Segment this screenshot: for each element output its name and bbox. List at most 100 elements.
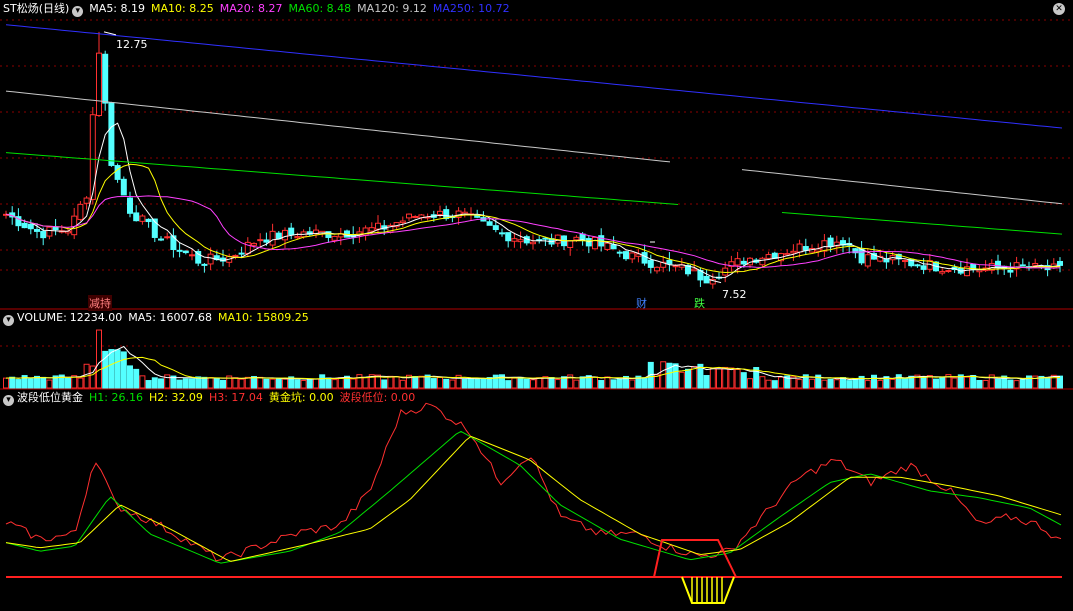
volume-bar xyxy=(306,378,313,389)
candle xyxy=(406,213,412,221)
ma60-line xyxy=(5,152,1063,235)
volume-bar xyxy=(685,368,691,389)
candle xyxy=(759,256,766,268)
candle-body xyxy=(34,228,40,232)
candle xyxy=(120,176,127,196)
volume-bar xyxy=(505,380,512,389)
volume-bar xyxy=(182,378,189,389)
candle-body xyxy=(201,263,208,266)
h1-line xyxy=(5,430,1062,564)
volume-bar xyxy=(430,378,437,389)
volume-bar xyxy=(970,374,977,389)
candle-body xyxy=(827,237,834,248)
volume-bar xyxy=(554,379,561,389)
volume-bar xyxy=(213,378,220,389)
candle xyxy=(964,258,970,277)
volume-bar xyxy=(895,374,902,389)
candle xyxy=(201,263,208,273)
candle-body xyxy=(883,258,890,263)
volume-bar xyxy=(387,375,394,389)
volume-bar xyxy=(133,368,140,389)
candle xyxy=(623,250,629,261)
volume-bar xyxy=(864,380,871,389)
volume-bar xyxy=(275,377,282,389)
volume-bar xyxy=(325,377,332,389)
volume-bar xyxy=(40,376,47,389)
candle-body xyxy=(83,197,90,204)
candle-body xyxy=(120,178,127,196)
event-tag-reduce[interactable]: 减持 xyxy=(88,295,112,311)
candle xyxy=(499,228,505,237)
volume-bar xyxy=(629,379,636,389)
candle xyxy=(728,255,735,272)
volume-bar xyxy=(381,379,388,389)
candle-body xyxy=(139,215,146,222)
candle-body xyxy=(40,230,47,239)
candle xyxy=(852,247,859,259)
candle xyxy=(461,208,468,218)
volume-bar xyxy=(852,378,859,389)
candle xyxy=(1057,257,1063,273)
candle-body xyxy=(505,232,512,242)
candle-body xyxy=(282,229,288,241)
golden-pit-marker xyxy=(681,576,735,604)
chart-canvas[interactable] xyxy=(0,0,1073,611)
volume-bar xyxy=(220,379,226,389)
volume-bar xyxy=(728,367,735,389)
volume-bar xyxy=(827,378,834,389)
volume-bar xyxy=(846,380,853,389)
candle-body xyxy=(691,268,698,272)
candle-body xyxy=(567,240,574,248)
candle-body xyxy=(654,266,660,272)
volume-bar xyxy=(796,379,803,389)
candle-body xyxy=(127,197,133,214)
candle-body xyxy=(492,225,499,231)
candle-body xyxy=(722,267,729,276)
candle xyxy=(995,254,1001,275)
candle xyxy=(127,191,133,218)
volume-bar xyxy=(492,374,499,389)
candle xyxy=(666,252,673,272)
candle-body xyxy=(474,215,481,218)
candle xyxy=(523,234,530,246)
candle-body xyxy=(641,252,648,264)
volume-bar xyxy=(759,376,766,389)
volume-bar xyxy=(610,379,617,389)
volume-bar xyxy=(920,376,927,389)
candle xyxy=(306,226,313,237)
volume-bar xyxy=(951,377,958,389)
candle xyxy=(96,31,102,118)
candle-body xyxy=(331,235,338,241)
volume-bar xyxy=(313,378,319,389)
volume-bar xyxy=(809,378,815,389)
candle-body xyxy=(666,259,673,265)
event-tag-finance[interactable]: 财 xyxy=(636,295,647,311)
candle xyxy=(195,249,202,267)
candle xyxy=(585,235,592,254)
volume-bar xyxy=(263,378,270,389)
volume-bar xyxy=(3,377,9,389)
candle xyxy=(505,232,512,248)
candle xyxy=(77,201,84,222)
candle xyxy=(468,207,474,221)
volume-bar xyxy=(15,379,22,389)
high-price-label: 12.75 xyxy=(116,38,148,51)
candle-body xyxy=(108,102,115,166)
candle xyxy=(486,219,493,226)
candle-body xyxy=(176,249,183,252)
event-tag-drop[interactable]: 跌 xyxy=(694,295,705,311)
volume-bar xyxy=(114,349,121,389)
candle-body xyxy=(145,218,152,223)
candle-body xyxy=(263,239,270,243)
candle-body xyxy=(579,233,586,241)
candle-body xyxy=(207,253,214,265)
candle xyxy=(592,236,598,250)
candle-body xyxy=(610,244,617,250)
candle-body xyxy=(375,222,381,230)
candle xyxy=(145,218,152,228)
candle xyxy=(375,215,381,235)
volume-bar xyxy=(747,378,753,389)
candle xyxy=(170,228,177,258)
candle xyxy=(114,163,121,183)
candle-body xyxy=(802,246,809,251)
